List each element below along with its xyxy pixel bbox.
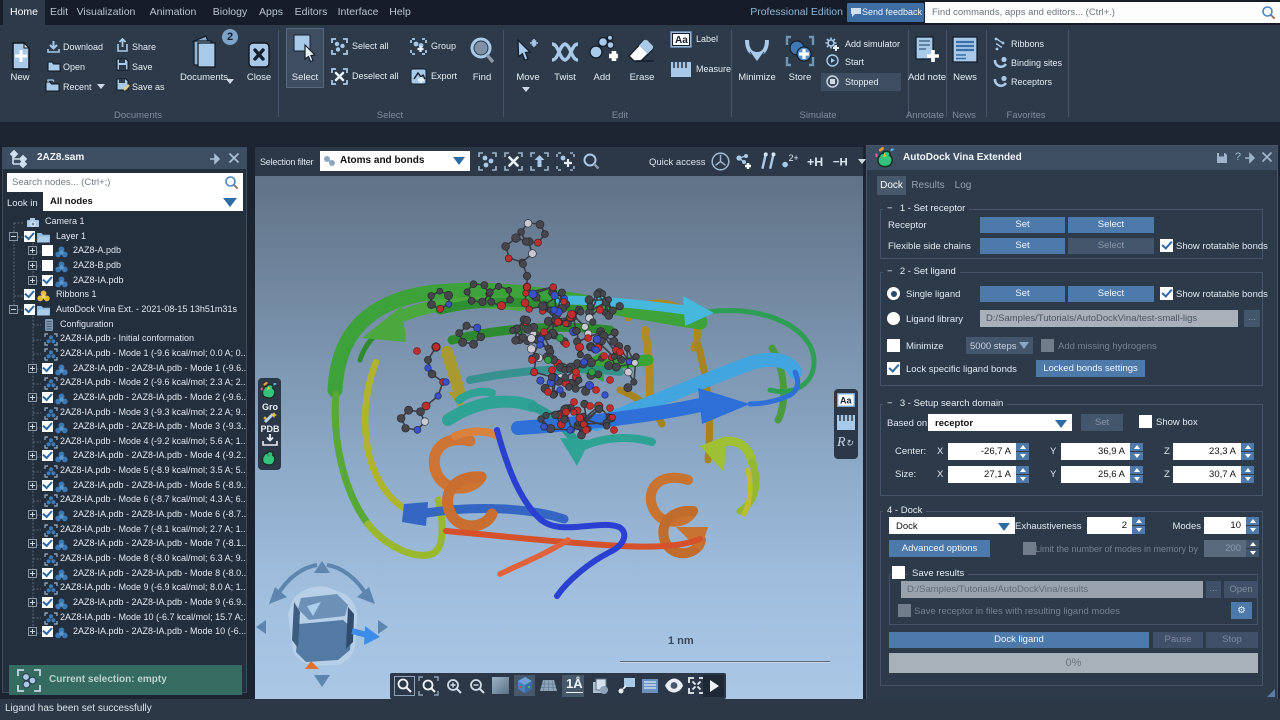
svg-text:Aa: Aa [675,35,688,46]
svg-text:2+: 2+ [789,153,799,163]
svg-text:Aa: Aa [840,396,852,406]
svg-text:+H: +H [807,155,823,169]
svg-text:−H: −H [833,156,848,168]
